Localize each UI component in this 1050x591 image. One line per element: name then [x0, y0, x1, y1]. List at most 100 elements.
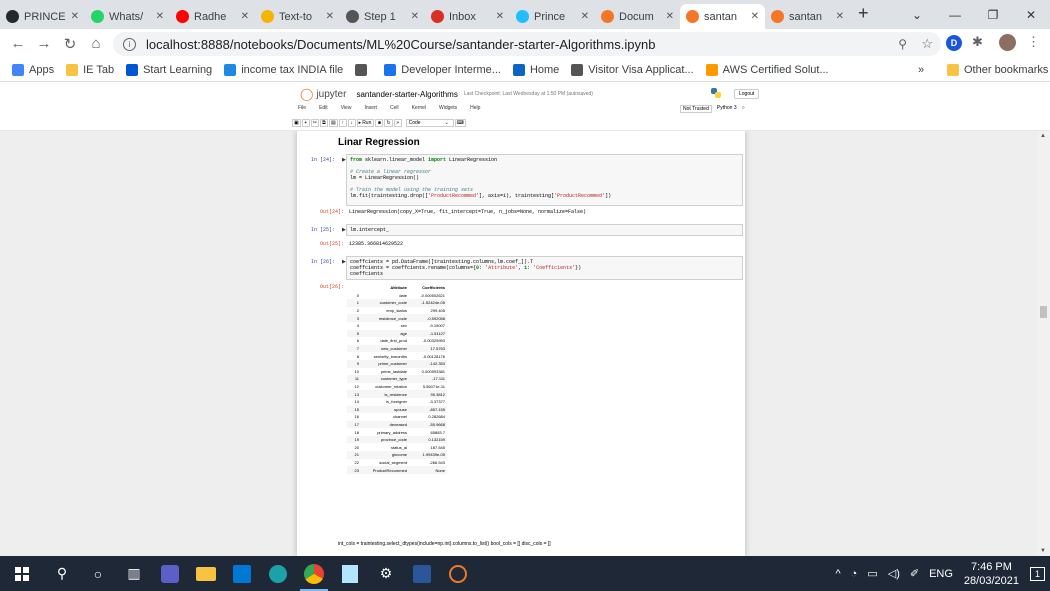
bookmark-item[interactable]: Start Learning: [126, 63, 212, 76]
copy-icon[interactable]: ⧉: [319, 119, 328, 127]
scroll-up-icon[interactable]: ▲: [1040, 133, 1046, 139]
zoom-icon[interactable]: ⚲: [898, 37, 907, 51]
notebook-title[interactable]: santander-starter-Algorithms: [356, 90, 457, 99]
close-tab-icon[interactable]: ✕: [71, 11, 79, 22]
reload-icon[interactable]: ↻: [57, 35, 83, 53]
close-tab-icon[interactable]: ✕: [326, 11, 334, 22]
menu-item[interactable]: Help: [470, 105, 480, 111]
home-icon[interactable]: ⌂: [83, 35, 109, 52]
tab-1[interactable]: Whats/ ✕: [85, 4, 170, 29]
task-view-icon[interactable]: ▥: [116, 556, 152, 591]
tab-3[interactable]: Text-to ✕: [255, 4, 340, 29]
run-button[interactable]: ▸ Run: [356, 119, 375, 127]
site-info-icon[interactable]: i: [123, 37, 136, 51]
minimize-button[interactable]: —: [936, 0, 974, 29]
file-explorer-icon[interactable]: [188, 556, 224, 591]
menu-item[interactable]: Widgets: [439, 105, 457, 111]
tab-8[interactable]: santan ✕: [680, 4, 765, 29]
tab-search-icon[interactable]: ⌄: [898, 0, 936, 29]
edge-icon[interactable]: [260, 556, 296, 591]
new-tab-button[interactable]: +: [858, 3, 869, 24]
other-bookmarks[interactable]: Other bookmarks: [947, 63, 1048, 76]
pen-icon[interactable]: ✐: [910, 567, 919, 580]
clock[interactable]: 7:46 PM 28/03/2021: [964, 560, 1019, 588]
menu-item[interactable]: Edit: [319, 105, 328, 111]
cell-type-select[interactable]: Code ⌄: [405, 119, 454, 127]
close-window-button[interactable]: ✕: [1012, 0, 1050, 29]
code-cell[interactable]: lm.intercept_: [346, 224, 743, 236]
bookmark-item[interactable]: Apps: [12, 63, 54, 76]
volume-icon[interactable]: ◁): [888, 567, 900, 580]
tab-9[interactable]: santan ✕: [765, 4, 850, 29]
menu-item[interactable]: Insert: [364, 105, 377, 111]
language-indicator[interactable]: ENG: [929, 568, 953, 580]
chevron-up-icon[interactable]: ^: [836, 568, 841, 580]
fast-forward-icon[interactable]: »: [393, 119, 402, 127]
scroll-thumb[interactable]: [1040, 306, 1047, 318]
tab-4[interactable]: Step 1 ✕: [340, 4, 425, 29]
bookmark-item[interactable]: AWS Certified Solut...: [705, 63, 829, 76]
close-tab-icon[interactable]: ✕: [156, 11, 164, 22]
vertical-scrollbar[interactable]: ▲ ▼: [1037, 131, 1050, 556]
chrome-icon[interactable]: [296, 556, 332, 591]
windows-start-icon[interactable]: [0, 556, 44, 591]
tab-6[interactable]: Prince ✕: [510, 4, 595, 29]
move-down-icon[interactable]: ↓: [347, 119, 356, 127]
bookmark-item[interactable]: IE Tab: [66, 63, 114, 76]
code-cell[interactable]: from sklearn.linear_model import LinearR…: [346, 154, 743, 206]
tab-0[interactable]: PRINCE ✕: [0, 4, 85, 29]
bookmark-item[interactable]: Home: [512, 63, 559, 76]
trusted-badge[interactable]: Not Trusted: [680, 105, 712, 113]
bookmark-item[interactable]: Developer Interme...: [384, 63, 501, 76]
close-tab-icon[interactable]: ✕: [496, 11, 504, 22]
chrome-menu-icon[interactable]: ⋮: [1027, 34, 1040, 50]
menu-item[interactable]: File: [298, 105, 306, 111]
logout-button[interactable]: Logout: [734, 89, 760, 99]
close-tab-icon[interactable]: ✕: [751, 11, 759, 22]
close-tab-icon[interactable]: ✕: [836, 11, 844, 22]
battery-icon[interactable]: ▭: [867, 567, 877, 580]
tab-7[interactable]: Docum ✕: [595, 4, 680, 29]
notification-icon[interactable]: 1: [1029, 566, 1045, 581]
extension-icon[interactable]: D: [946, 35, 962, 51]
menu-item[interactable]: View: [341, 105, 352, 111]
close-tab-icon[interactable]: ✕: [241, 11, 249, 22]
keyboard-icon[interactable]: ⌨: [454, 119, 466, 127]
outlook-icon[interactable]: [224, 556, 260, 591]
close-tab-icon[interactable]: ✕: [581, 11, 589, 22]
close-tab-icon[interactable]: ✕: [411, 11, 419, 22]
notepad-icon[interactable]: [332, 556, 368, 591]
add-cell-icon[interactable]: +: [301, 119, 310, 127]
search-icon[interactable]: ⚲: [44, 556, 80, 591]
profile-avatar[interactable]: [999, 34, 1016, 51]
bookmark-item[interactable]: Visitor Visa Applicat...: [571, 63, 694, 76]
move-up-icon[interactable]: ↑: [338, 119, 347, 127]
extensions-puzzle-icon[interactable]: ✱: [972, 34, 983, 50]
code-cell[interactable]: coeffcients = pd.DataFrame([traintesting…: [346, 256, 743, 280]
restart-icon[interactable]: ↻: [384, 119, 393, 127]
jupyter-icon[interactable]: [440, 556, 476, 591]
menu-item[interactable]: Cell: [390, 105, 399, 111]
tab-2[interactable]: Radhe ✕: [170, 4, 255, 29]
menu-item[interactable]: Kernel: [412, 105, 426, 111]
save-icon[interactable]: ▣: [292, 119, 301, 127]
cortana-icon[interactable]: ○: [80, 556, 116, 591]
paste-icon[interactable]: ▤: [328, 119, 338, 127]
restore-button[interactable]: ❐: [974, 0, 1012, 29]
forward-icon[interactable]: →: [31, 35, 57, 52]
settings-gear-icon[interactable]: ⚙: [368, 556, 404, 591]
word-icon[interactable]: [404, 556, 440, 591]
jupyter-logo[interactable]: ◯ jupyter santander-starter-Algorithms La…: [300, 87, 593, 101]
close-tab-icon[interactable]: ✕: [666, 11, 674, 22]
cut-icon[interactable]: ✂: [310, 119, 319, 127]
tab-5[interactable]: Inbox ✕: [425, 4, 510, 29]
scroll-down-icon[interactable]: ▼: [1040, 548, 1046, 554]
bookmark-item[interactable]: income tax INDIA file: [224, 63, 343, 76]
interrupt-icon[interactable]: ■: [375, 119, 384, 127]
back-icon[interactable]: ←: [5, 35, 31, 52]
network-icon[interactable]: ◔: [851, 568, 858, 580]
bookmark-star-icon[interactable]: ☆: [921, 36, 933, 52]
more-bookmarks-icon[interactable]: »: [918, 64, 924, 76]
teams-icon[interactable]: [152, 556, 188, 591]
bookmark-item[interactable]: [355, 63, 372, 76]
